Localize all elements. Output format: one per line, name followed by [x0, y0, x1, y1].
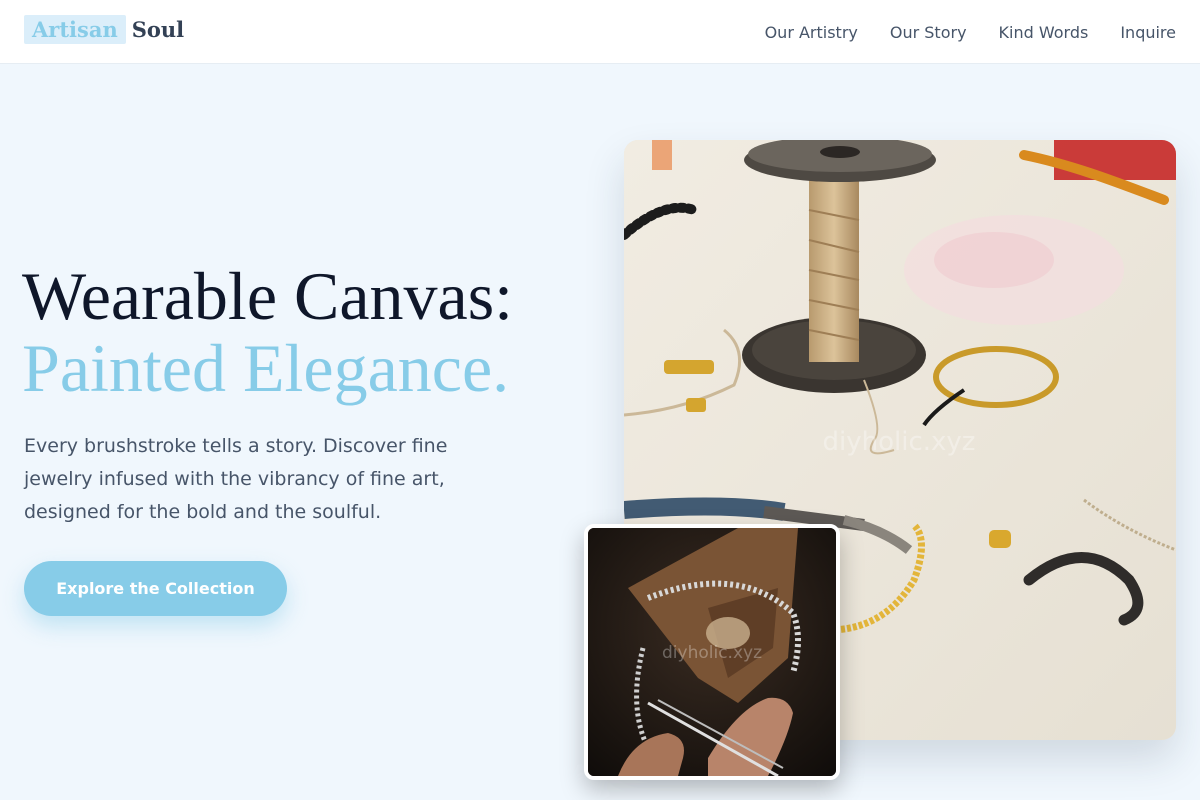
hero-title-line2: Painted Elegance.: [22, 330, 510, 406]
hero-title: Wearable Canvas: Painted Elegance.: [22, 260, 513, 404]
brand-logo[interactable]: Artisan Soul: [24, 15, 184, 44]
nav-link-inquire[interactable]: Inquire: [1120, 23, 1176, 42]
brand-name-soul: Soul: [131, 17, 185, 42]
jeweler-hands-photo: diyholic.xyz: [584, 524, 840, 780]
nav-link-kind-words[interactable]: Kind Words: [999, 23, 1089, 42]
brand-name-artisan: Artisan: [24, 15, 126, 44]
explore-collection-button[interactable]: Explore the Collection: [24, 561, 287, 616]
inset-photo-watermark: diyholic.xyz: [662, 643, 762, 663]
nav-link-our-story[interactable]: Our Story: [890, 23, 967, 42]
main-photo-watermark: diyholic.xyz: [823, 427, 976, 457]
hero-subtitle: Every brushstroke tells a story. Discove…: [24, 435, 448, 523]
main-nav: Our Artistry Our Story Kind Words Inquir…: [765, 0, 1176, 64]
navbar: Artisan Soul Our Artistry Our Story Kind…: [0, 0, 1200, 64]
hero-title-line1: Wearable Canvas:: [22, 258, 514, 334]
nav-link-our-artistry[interactable]: Our Artistry: [765, 23, 858, 42]
